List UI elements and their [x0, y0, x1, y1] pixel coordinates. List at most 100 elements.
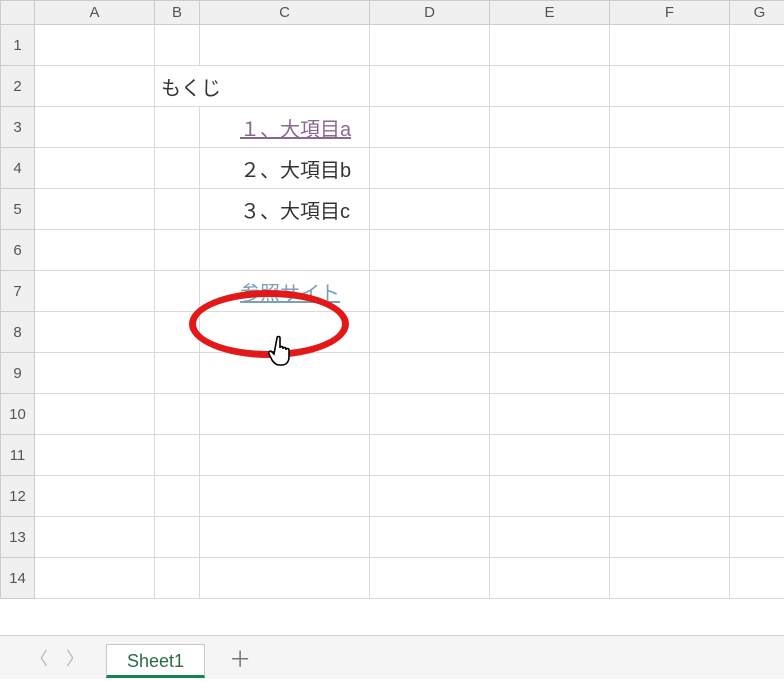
row-header[interactable]: 11 [1, 435, 35, 476]
cell[interactable] [490, 148, 610, 189]
cell[interactable] [35, 435, 155, 476]
cell[interactable] [155, 148, 200, 189]
cell[interactable] [370, 271, 490, 312]
cell[interactable] [200, 517, 370, 558]
cell[interactable] [730, 25, 784, 66]
cell[interactable] [155, 189, 200, 230]
cell[interactable] [730, 107, 784, 148]
cell[interactable] [35, 476, 155, 517]
cell[interactable] [155, 230, 200, 271]
cell[interactable] [370, 353, 490, 394]
cell[interactable] [610, 25, 730, 66]
cell[interactable] [200, 394, 370, 435]
cell[interactable] [490, 476, 610, 517]
cell[interactable] [610, 476, 730, 517]
cell[interactable] [35, 230, 155, 271]
row-header[interactable]: 10 [1, 394, 35, 435]
cell[interactable] [370, 517, 490, 558]
row-header[interactable]: 6 [1, 230, 35, 271]
cell[interactable] [610, 435, 730, 476]
row-header[interactable]: 2 [1, 66, 35, 107]
cell[interactable] [730, 189, 784, 230]
cell[interactable] [35, 312, 155, 353]
cell[interactable] [730, 271, 784, 312]
cell[interactable] [730, 394, 784, 435]
cell[interactable] [610, 107, 730, 148]
col-header[interactable]: C [200, 1, 370, 25]
cell[interactable] [370, 476, 490, 517]
cell[interactable] [610, 353, 730, 394]
row-header[interactable]: 7 [1, 271, 35, 312]
col-header[interactable]: G [730, 1, 784, 25]
cell[interactable] [370, 230, 490, 271]
cell[interactable]: ３、大項目c [200, 189, 370, 230]
cell[interactable] [730, 435, 784, 476]
cell[interactable] [200, 25, 370, 66]
cell[interactable] [200, 435, 370, 476]
cell[interactable] [370, 394, 490, 435]
cell[interactable] [370, 107, 490, 148]
row-header[interactable]: 12 [1, 476, 35, 517]
cell[interactable] [730, 476, 784, 517]
cell[interactable] [35, 558, 155, 599]
cell[interactable] [730, 66, 784, 107]
cell[interactable] [155, 271, 200, 312]
prev-sheet-arrow-icon[interactable]: 〈 [30, 645, 48, 671]
cell[interactable] [155, 353, 200, 394]
col-header[interactable]: F [610, 1, 730, 25]
cell[interactable] [610, 312, 730, 353]
cell[interactable] [610, 517, 730, 558]
cell[interactable] [35, 353, 155, 394]
cell[interactable] [200, 476, 370, 517]
cell[interactable] [490, 394, 610, 435]
row-header[interactable]: 4 [1, 148, 35, 189]
cell[interactable] [35, 189, 155, 230]
cell[interactable] [370, 558, 490, 599]
cell[interactable] [730, 353, 784, 394]
row-header[interactable]: 8 [1, 312, 35, 353]
cell[interactable] [490, 25, 610, 66]
cell[interactable] [490, 312, 610, 353]
cell[interactable] [35, 271, 155, 312]
cell[interactable] [200, 558, 370, 599]
cell[interactable] [730, 517, 784, 558]
sheet-tab-active[interactable]: Sheet1 [106, 644, 205, 678]
row-header[interactable]: 5 [1, 189, 35, 230]
cell[interactable] [35, 25, 155, 66]
cell[interactable] [155, 394, 200, 435]
cell[interactable] [370, 189, 490, 230]
col-header[interactable]: E [490, 1, 610, 25]
cell[interactable] [155, 107, 200, 148]
cell[interactable] [610, 148, 730, 189]
next-sheet-arrow-icon[interactable]: 〉 [66, 645, 84, 671]
cell[interactable] [610, 189, 730, 230]
col-header[interactable]: D [370, 1, 490, 25]
row-header[interactable]: 9 [1, 353, 35, 394]
col-header[interactable]: A [35, 1, 155, 25]
column-header-row[interactable]: A B C D E F G [1, 1, 784, 25]
row-header[interactable]: 14 [1, 558, 35, 599]
cell-hyperlink[interactable]: 参照サイト [200, 271, 370, 312]
cell-title[interactable]: もくじ [155, 66, 370, 107]
cell[interactable] [35, 107, 155, 148]
cell[interactable] [490, 189, 610, 230]
cell[interactable] [370, 312, 490, 353]
cell[interactable] [490, 517, 610, 558]
cell[interactable] [35, 148, 155, 189]
cell[interactable] [490, 271, 610, 312]
cell[interactable] [730, 558, 784, 599]
cell[interactable] [610, 394, 730, 435]
cell[interactable] [155, 558, 200, 599]
cell[interactable] [610, 230, 730, 271]
col-header[interactable]: B [155, 1, 200, 25]
cell[interactable] [155, 476, 200, 517]
cell[interactable] [610, 271, 730, 312]
cell[interactable] [490, 107, 610, 148]
cell[interactable] [730, 312, 784, 353]
cell[interactable] [730, 148, 784, 189]
cell[interactable] [155, 312, 200, 353]
cell[interactable] [35, 66, 155, 107]
cell[interactable] [200, 312, 370, 353]
cell[interactable] [610, 558, 730, 599]
row-header[interactable]: 3 [1, 107, 35, 148]
